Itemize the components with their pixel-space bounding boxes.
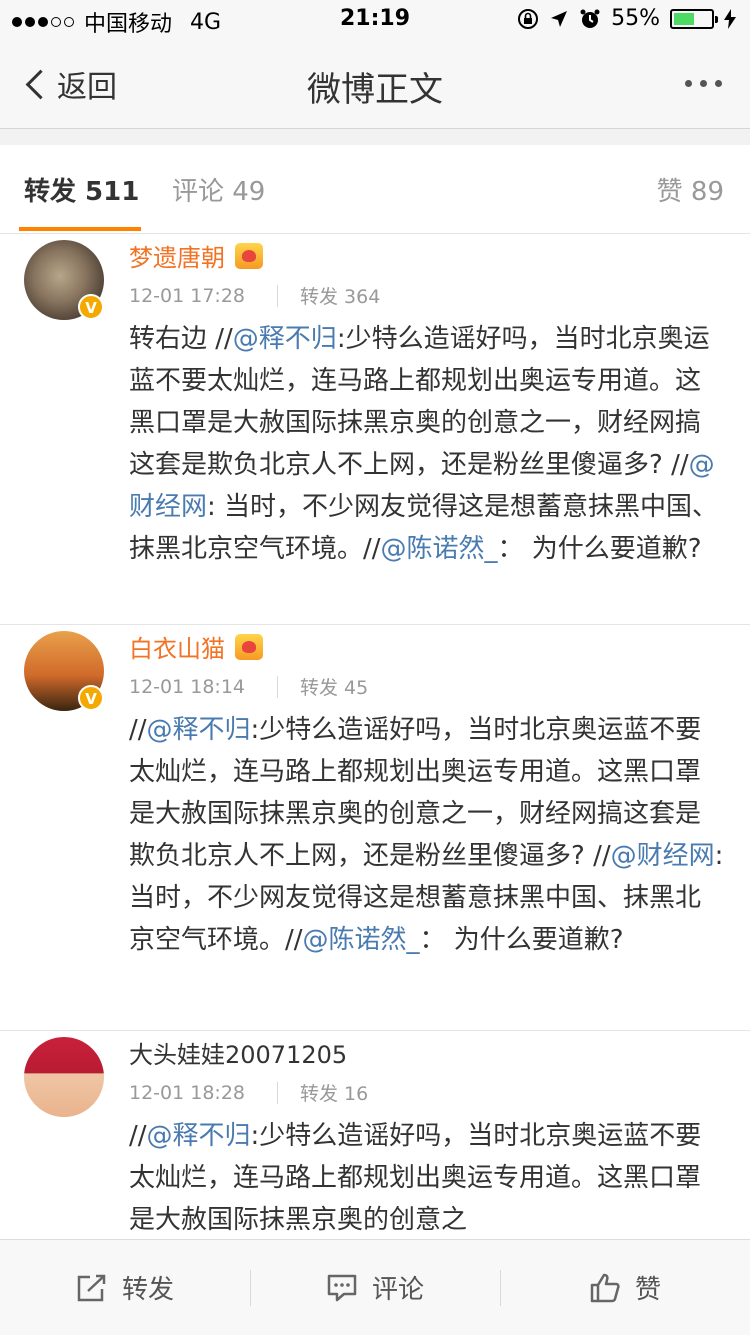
post-time: 12-01 17:28 [129,284,246,307]
bottom-toolbar: 转发 评论 赞 [0,1239,750,1335]
repost-list: V 梦遗唐朝 12-01 17:28 转发 364 转右边 //@释不归:少特么… [0,234,750,1239]
tab-repost[interactable]: 转发 511 [24,171,139,208]
battery-icon [670,8,718,29]
repost-icon [77,1274,106,1301]
tab-comment[interactable]: 评论 49 [172,171,265,208]
repost-count: 转发 364 [300,286,381,308]
meta-row: 12-01 18:14 转发 45 [129,673,368,700]
post-content: 转右边 //@释不归:少特么造谣好吗，当时北京奥运蓝不要太灿烂，连马路上都规划出… [129,318,724,570]
mention-link[interactable]: @陈诺然_ [381,534,498,564]
mention-link[interactable]: @陈诺然_ [303,925,420,955]
comment-button[interactable]: 评论 [250,1240,500,1335]
section-gap [0,129,750,145]
rotation-lock-icon [518,8,539,29]
battery-fill [674,12,694,25]
status-right: 55% [517,6,736,31]
post-time: 12-01 18:14 [129,675,246,698]
like-label: 赞 [634,1275,661,1305]
thumbs-up-icon [590,1273,620,1302]
post-content: //@释不归:少特么造谣好吗，当时北京奥运蓝不要太灿烂，连马路上都规划出奥运专用… [129,1115,724,1239]
alarm-icon [580,9,600,28]
vip-crown-icon [235,633,263,660]
content-text: 转右边 // [129,324,233,354]
post-time: 12-01 18:28 [129,1081,246,1104]
list-item[interactable]: V 梦遗唐朝 12-01 17:28 转发 364 转右边 //@释不归:少特么… [0,234,750,625]
page-title: 微博正文 [307,70,443,110]
verified-badge-icon: V [78,685,104,711]
name-row: 大头娃娃20071205 [129,1035,347,1070]
content-text: ： 为什么要道歉? [419,925,624,955]
comment-label: 评论 [371,1275,424,1305]
repost-count: 转发 16 [300,1083,369,1105]
vip-crown-icon [235,242,263,269]
avatar[interactable] [24,1037,104,1117]
more-button[interactable] [685,80,722,87]
more-dot-icon [715,80,722,87]
nav-bar: 返回 微博正文 [0,40,750,129]
repost-button[interactable]: 转发 [0,1240,250,1335]
content-text: // [129,715,147,745]
tab-like[interactable]: 赞 89 [657,171,724,208]
meta-divider [277,284,279,307]
post-content: //@释不归:少特么造谣好吗，当时北京奥运蓝不要太灿烂，连马路上都规划出奥运专用… [129,709,724,961]
comment-icon [327,1274,357,1301]
like-button[interactable]: 赞 [500,1240,750,1335]
user-name[interactable]: 梦遗唐朝 [129,238,225,273]
mention-link[interactable]: @释不归 [147,1121,251,1151]
list-item[interactable]: 大头娃娃20071205 12-01 18:28 转发 16 //@释不归:少特… [0,1031,750,1239]
repost-count: 转发 45 [300,677,369,699]
verified-badge-icon: V [78,294,104,320]
mention-link[interactable]: @释不归 [147,715,251,745]
battery-percent: 55% [611,6,660,31]
list-item[interactable]: V 白衣山猫 12-01 18:14 转发 45 //@释不归:少特么造谣好吗，… [0,625,750,1031]
mention-link[interactable]: @释不归 [233,324,337,354]
tab-bar: 转发 511 评论 49 赞 89 [0,145,750,234]
content-text: // [129,1121,147,1151]
content-text: ： 为什么要道歉? [497,534,702,564]
user-name[interactable]: 大头娃娃20071205 [129,1035,347,1070]
meta-row: 12-01 18:28 转发 16 [129,1079,368,1106]
active-tab-indicator [19,227,141,231]
more-dot-icon [700,80,707,87]
user-name[interactable]: 白衣山猫 [129,629,225,664]
meta-divider [277,1081,279,1104]
location-arrow-icon [551,10,568,27]
name-row: 白衣山猫 [129,629,263,664]
repost-label: 转发 [121,1275,174,1305]
status-bar: 中国移动 4G 21:19 55% [0,0,750,40]
meta-row: 12-01 17:28 转发 364 [129,282,380,309]
meta-divider [277,675,279,698]
mention-link[interactable]: @财经网 [611,841,715,871]
name-row: 梦遗唐朝 [129,238,263,273]
charging-icon [724,8,736,29]
more-dot-icon [685,80,692,87]
